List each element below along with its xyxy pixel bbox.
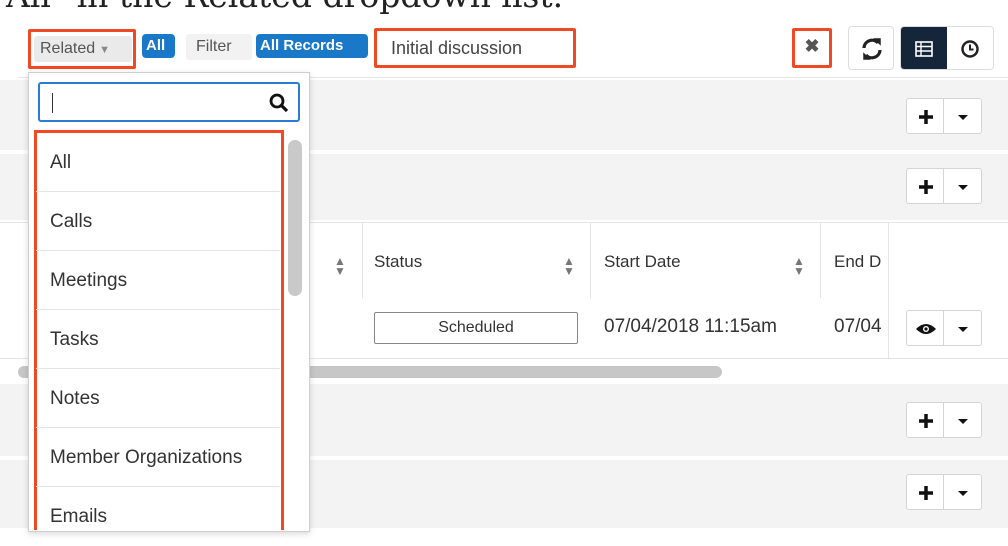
column-divider [590,222,591,298]
timeline-view-button[interactable] [947,27,993,69]
related-label: Related [40,40,96,57]
column-header-status[interactable]: Status [374,252,422,272]
create-button[interactable] [906,98,944,134]
refresh-button[interactable] [848,26,894,70]
plus-icon [919,180,933,194]
text-cursor [52,93,53,113]
caption-text: All" in the Related dropdown list. [6,0,563,15]
column-divider [888,222,889,358]
caret-down-icon [958,185,968,190]
close-icon: ✖ [804,36,820,56]
preview-button[interactable] [906,310,944,346]
plus-icon [919,110,933,124]
actions-dropdown-button[interactable] [944,168,982,204]
clear-search-button[interactable]: ✖ [792,28,832,68]
dropdown-item-meetings[interactable]: Meetings [36,252,280,310]
view-toggle-group [900,26,994,70]
sort-icon: ▼ [793,264,805,278]
dropdown-item-emails[interactable]: Emails [36,488,280,546]
column-header-end-date[interactable]: End D [834,252,881,272]
clock-icon [961,40,979,58]
plus-icon [919,414,933,428]
column-divider [820,222,821,298]
dropdown-item-calls[interactable]: Calls [36,193,280,251]
sort-icon: ▼ [563,264,575,278]
actions-dropdown-button[interactable] [944,474,982,510]
start-date-cell: 07/04/2018 11:15am [604,316,777,337]
filter-label: Filter [186,34,252,60]
column-divider [362,222,363,298]
actions-dropdown-button[interactable] [944,402,982,438]
create-button[interactable] [906,402,944,438]
related-search-input[interactable] [38,82,300,122]
dropdown-item-all[interactable]: All [36,134,280,192]
list-view-button[interactable] [901,27,947,69]
caret-down-icon [958,115,968,120]
dropdown-item-tasks[interactable]: Tasks [36,311,280,369]
actions-dropdown-button[interactable] [944,98,982,134]
caret-down-icon [958,419,968,424]
create-button[interactable] [906,168,944,204]
search-icon [269,93,289,113]
refresh-icon [862,38,882,60]
sort-icon: ▼ [334,264,346,278]
dropdown-scrollbar[interactable] [288,140,302,296]
caret-down-icon [958,327,968,332]
chevron-down-icon: ▼ [99,44,111,56]
all-pill[interactable]: All [142,34,175,58]
caret-down-icon [958,491,968,496]
status-badge: Scheduled [374,312,578,344]
eye-icon [916,324,936,334]
row-actions-dropdown[interactable] [944,310,982,346]
create-button[interactable] [906,474,944,510]
plus-icon [919,486,933,500]
end-date-cell: 07/04 [834,316,882,337]
related-dropdown-button[interactable]: Related ▼ [34,36,132,62]
quick-search-input[interactable]: Initial discussion [374,28,576,68]
list-view-icon [915,41,933,57]
dropdown-item-member-organizations[interactable]: Member Organizations [36,429,280,487]
column-header-start-date[interactable]: Start Date [604,252,681,272]
dropdown-item-notes[interactable]: Notes [36,370,280,428]
all-records-pill[interactable]: All Records [256,34,368,58]
